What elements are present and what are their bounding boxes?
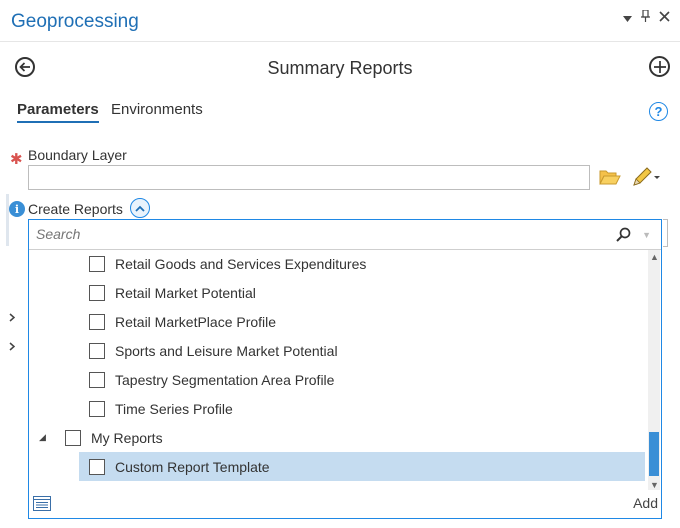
list-item[interactable]: Tapestry Segmentation Area Profile	[89, 365, 647, 394]
list-item-label: My Reports	[91, 429, 163, 446]
search-bar: ▼	[29, 220, 661, 250]
checkbox[interactable]	[89, 255, 105, 272]
list-item[interactable]: Time Series Profile	[89, 394, 647, 423]
scroll-up-icon[interactable]: ▲	[650, 252, 659, 262]
tab-parameters[interactable]: Parameters	[17, 101, 99, 123]
checkbox[interactable]	[65, 429, 81, 446]
add-button[interactable]: Add	[633, 495, 658, 511]
list-item-label: Time Series Profile	[115, 400, 233, 417]
sketch-pencil-icon[interactable]	[632, 167, 662, 192]
checkbox[interactable]	[89, 284, 105, 301]
list-item[interactable]: Retail Goods and Services Expenditures	[89, 250, 647, 278]
checkbox[interactable]	[89, 371, 105, 388]
combo-right-edge	[663, 219, 668, 247]
list-item[interactable]: Sports and Leisure Market Potential	[89, 336, 647, 365]
checkbox[interactable]	[89, 400, 105, 417]
add-circle-icon	[653, 60, 666, 73]
chevron-right-icon[interactable]	[9, 313, 16, 325]
boundary-layer-input[interactable]	[28, 165, 590, 190]
folder-open-icon[interactable]	[599, 168, 621, 190]
chevron-down-icon[interactable]	[623, 10, 632, 25]
list-item-label: Sports and Leisure Market Potential	[115, 342, 338, 359]
dropdown-caret-icon[interactable]: ▼	[642, 230, 651, 240]
create-reports-label: Create Reports	[28, 201, 123, 217]
collapse-triangle-icon[interactable]: ◢	[39, 432, 46, 443]
tab-environments[interactable]: Environments	[111, 101, 203, 118]
scroll-down-icon[interactable]: ▼	[650, 480, 659, 490]
list-item-group[interactable]: ◢ My Reports	[29, 423, 647, 452]
active-parameter-accent	[6, 194, 9, 246]
search-input[interactable]	[29, 220, 623, 248]
pane-controls	[623, 9, 670, 25]
list-item[interactable]: Retail Market Potential	[89, 278, 647, 307]
reports-dropdown: ▼ Retail Goods and Services Expenditures…	[28, 219, 662, 519]
help-icon[interactable]: ?	[649, 102, 668, 121]
info-icon[interactable]: i	[9, 201, 25, 217]
list-item-label: Retail Goods and Services Expenditures	[115, 255, 367, 272]
chevron-right-icon[interactable]	[9, 342, 16, 354]
add-tool-button[interactable]	[649, 56, 670, 77]
close-icon[interactable]	[659, 10, 670, 25]
list-item-label: Tapestry Segmentation Area Profile	[115, 371, 335, 388]
list-item[interactable]: Custom Report Template	[29, 452, 647, 481]
boundary-layer-label: Boundary Layer	[28, 147, 127, 163]
checkbox[interactable]	[89, 313, 105, 330]
reports-list: Retail Goods and Services Expenditures R…	[29, 250, 647, 490]
checkbox[interactable]	[89, 458, 105, 475]
header-divider	[0, 41, 680, 42]
required-marker-icon: ✱	[10, 151, 23, 168]
chevron-up-icon	[135, 205, 145, 212]
scrollbar[interactable]: ▲ ▼	[648, 250, 660, 490]
list-view-icon[interactable]	[33, 496, 51, 516]
search-icon[interactable]	[616, 227, 631, 247]
checkbox[interactable]	[89, 342, 105, 359]
list-item-label: Retail MarketPlace Profile	[115, 313, 277, 330]
list-item[interactable]: Retail MarketPlace Profile	[89, 307, 647, 336]
collapse-button[interactable]	[130, 198, 150, 218]
list-item-label: Custom Report Template	[115, 458, 270, 475]
scroll-thumb[interactable]	[649, 432, 659, 476]
tool-title: Summary Reports	[267, 58, 413, 78]
list-item-label: Retail Market Potential	[115, 284, 256, 301]
pane-title: Geoprocessing	[11, 11, 139, 32]
pin-icon[interactable]	[641, 9, 650, 25]
dropdown-footer: Add	[29, 490, 661, 518]
